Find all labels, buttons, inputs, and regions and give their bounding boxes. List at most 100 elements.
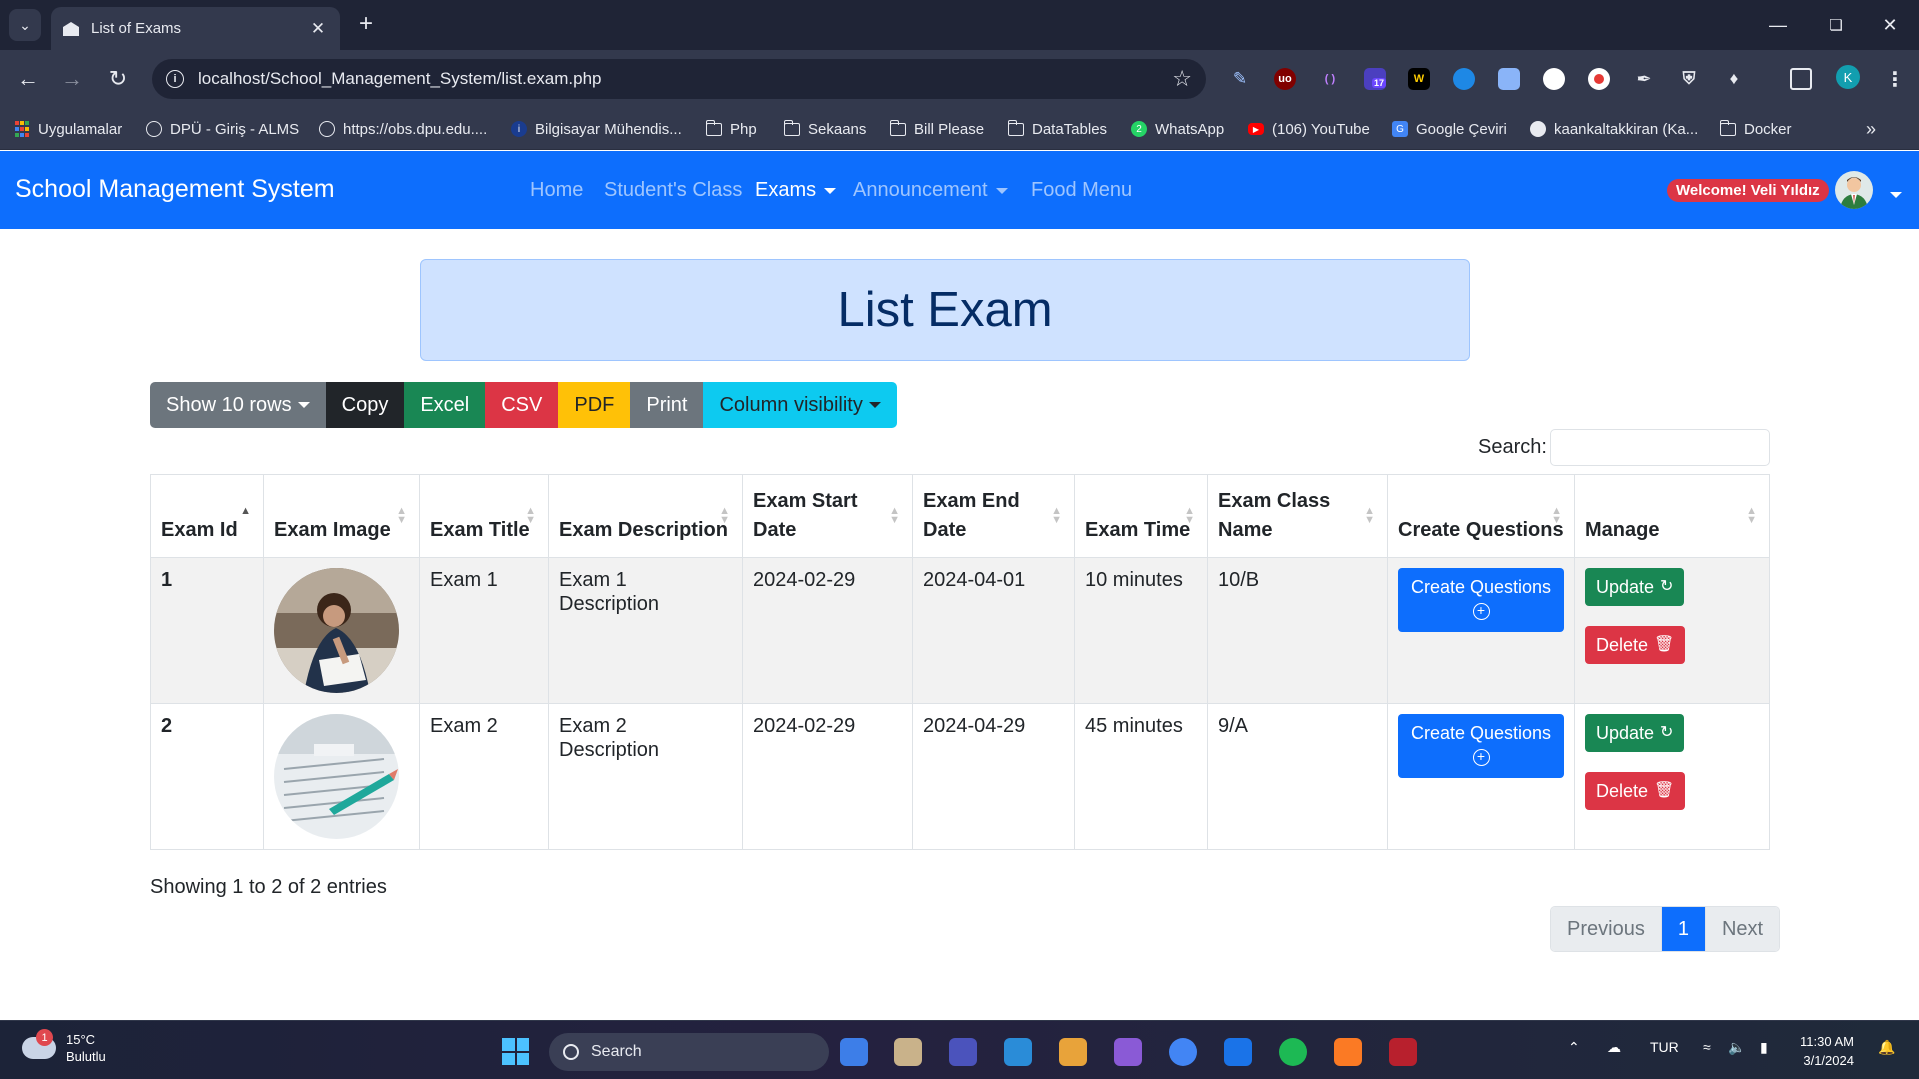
header-exam-end-date[interactable]: Exam End Date ▲ ▼: [912, 474, 1075, 558]
extension-pen-icon[interactable]: ✎: [1229, 68, 1251, 90]
bookmark-docker[interactable]: Docker: [1719, 119, 1792, 139]
header-exam-time[interactable]: Exam Time ▲ ▼: [1074, 474, 1208, 558]
copilot-icon[interactable]: [840, 1038, 868, 1066]
nav-announcement[interactable]: Announcement: [853, 179, 1008, 202]
update-button[interactable]: Update ↻: [1585, 714, 1685, 752]
spotify-icon[interactable]: [1279, 1038, 1307, 1066]
browser-tab[interactable]: List of Exams ✕: [51, 7, 340, 50]
chrome-icon[interactable]: [1169, 1038, 1197, 1066]
bookmark-dpu-alms[interactable]: DPÜ - Giriş - ALMS: [146, 119, 299, 139]
xampp-icon[interactable]: [1334, 1038, 1362, 1066]
site-info-icon[interactable]: i: [166, 70, 184, 88]
header-manage[interactable]: Manage ▲ ▼: [1574, 474, 1770, 558]
side-panel-icon[interactable]: [1790, 68, 1812, 90]
excel-button[interactable]: Excel: [404, 382, 486, 428]
header-exam-start-date[interactable]: Exam Start Date ▲ ▼: [742, 474, 913, 558]
mail-icon[interactable]: [1224, 1038, 1252, 1066]
teams-icon[interactable]: [949, 1038, 977, 1066]
extension-brackets-icon[interactable]: ( ): [1319, 68, 1341, 90]
search-input[interactable]: [1550, 429, 1770, 466]
header-exam-image[interactable]: Exam Image ▲ ▼: [263, 474, 420, 558]
bookmark-sekaans[interactable]: Sekaans: [783, 119, 866, 139]
bookmark-star-icon[interactable]: ☆: [1172, 66, 1192, 92]
header-exam-description[interactable]: Exam Description ▲ ▼: [548, 474, 743, 558]
tray-chevron-up-icon[interactable]: ⌃: [1568, 1039, 1580, 1056]
address-bar[interactable]: i localhost/School_Management_System/lis…: [152, 59, 1206, 99]
more-bookmarks-icon[interactable]: »: [1866, 119, 1876, 139]
eyedropper-icon[interactable]: ✒: [1633, 68, 1655, 90]
update-button[interactable]: Update ↻: [1585, 568, 1685, 606]
vscode-icon[interactable]: [1004, 1038, 1032, 1066]
extension-doc-icon[interactable]: [1498, 68, 1520, 90]
nav-food-menu[interactable]: Food Menu: [1031, 179, 1132, 202]
header-create-questions[interactable]: Create Questions ▲ ▼: [1387, 474, 1575, 558]
back-icon[interactable]: ←: [13, 64, 43, 94]
extension-w-icon[interactable]: W: [1408, 68, 1430, 90]
page-1-button[interactable]: 1: [1660, 907, 1705, 951]
delete-button[interactable]: Delete 🗑: [1585, 626, 1686, 664]
nav-home[interactable]: Home: [530, 179, 583, 202]
new-tab-icon[interactable]: +: [352, 10, 380, 38]
header-exam-title[interactable]: Exam Title ▲ ▼: [419, 474, 549, 558]
taskbar-search[interactable]: Search: [549, 1033, 829, 1071]
forward-icon[interactable]: →: [57, 64, 87, 94]
system-clock[interactable]: 11:30 AM 3/1/2024: [1800, 1032, 1854, 1070]
show-rows-button[interactable]: Show 10 rows: [150, 382, 326, 428]
minimize-icon[interactable]: —: [1749, 0, 1807, 50]
bookmark-bill-please[interactable]: Bill Please: [889, 119, 984, 139]
tab-close-icon[interactable]: ✕: [308, 19, 328, 39]
user-menu-chevron-icon[interactable]: [1882, 186, 1902, 204]
onedrive-cloud-icon[interactable]: ☁: [1607, 1039, 1621, 1056]
weather-widget[interactable]: 1 15°C Bulutlu: [22, 1029, 106, 1065]
extension-circle-icon[interactable]: [1543, 68, 1565, 90]
bookmark-obs[interactable]: https://obs.dpu.edu....: [319, 119, 487, 139]
create-questions-button[interactable]: Create Questions +: [1398, 568, 1564, 632]
volume-icon[interactable]: 🔈: [1728, 1039, 1745, 1056]
bookmark-bilgisayar[interactable]: i Bilgisayar Mühendis...: [511, 119, 682, 139]
ublock-icon[interactable]: uo: [1274, 68, 1296, 90]
header-exam-id[interactable]: Exam Id ▲: [150, 474, 264, 558]
close-window-icon[interactable]: ✕: [1861, 0, 1919, 50]
csv-button[interactable]: CSV: [485, 382, 559, 428]
column-visibility-button[interactable]: Column visibility: [703, 382, 897, 428]
bookmark-whatsapp[interactable]: 2 WhatsApp: [1131, 119, 1224, 139]
bookmark-datatables[interactable]: DataTables: [1007, 119, 1107, 139]
wifi-icon[interactable]: ≈: [1703, 1039, 1711, 1055]
pdf-button[interactable]: PDF: [558, 382, 631, 428]
extension-wave-icon[interactable]: [1453, 68, 1475, 90]
extension-record-icon[interactable]: [1588, 68, 1610, 90]
bookmark-php[interactable]: Php: [705, 119, 757, 139]
copy-button[interactable]: Copy: [325, 382, 405, 428]
battery-icon[interactable]: ▮: [1760, 1039, 1768, 1056]
delete-button[interactable]: Delete 🗑: [1585, 772, 1686, 810]
nav-exams[interactable]: Exams: [755, 179, 837, 202]
shield-icon[interactable]: ⛨: [1678, 68, 1700, 90]
postman-icon[interactable]: [1059, 1038, 1087, 1066]
extensions-puzzle-icon[interactable]: ♦: [1723, 68, 1745, 90]
visual-studio-icon[interactable]: [1114, 1038, 1142, 1066]
reload-icon[interactable]: ↻: [103, 64, 133, 94]
restore-icon[interactable]: ❏: [1807, 0, 1865, 50]
language-indicator[interactable]: TUR: [1650, 1039, 1679, 1055]
create-questions-button[interactable]: Create Questions +: [1398, 714, 1564, 778]
bookmark-github[interactable]: kaankaltakkiran (Ka...: [1530, 119, 1698, 139]
windows-start-icon[interactable]: [502, 1038, 529, 1065]
previous-page-button[interactable]: Previous: [1551, 907, 1661, 951]
notification-bell-icon[interactable]: 🔔: [1878, 1039, 1895, 1056]
url-text[interactable]: localhost/School_Management_System/list.…: [198, 69, 1172, 89]
menu-dots-icon[interactable]: ⋮: [1884, 68, 1906, 91]
print-button[interactable]: Print: [630, 382, 704, 428]
bookmark-apps[interactable]: Uygulamalar: [14, 119, 122, 139]
profile-avatar[interactable]: K: [1836, 65, 1860, 89]
tab-search-chevron-icon[interactable]: ⌄: [9, 9, 41, 41]
extension-badge-icon[interactable]: 17: [1364, 68, 1387, 90]
file-explorer-icon[interactable]: [894, 1038, 922, 1066]
next-page-button[interactable]: Next: [1704, 907, 1780, 951]
bookmark-google-ceviri[interactable]: G Google Çeviri: [1392, 119, 1507, 139]
user-avatar[interactable]: [1835, 171, 1873, 209]
nav-students-class[interactable]: Student's Class: [604, 179, 742, 202]
app-icon[interactable]: [1389, 1038, 1417, 1066]
header-exam-class-name[interactable]: Exam Class Name ▲ ▼: [1207, 474, 1388, 558]
brand-title[interactable]: School Management System: [15, 175, 335, 204]
bookmark-youtube[interactable]: ▶ (106) YouTube: [1248, 119, 1370, 139]
